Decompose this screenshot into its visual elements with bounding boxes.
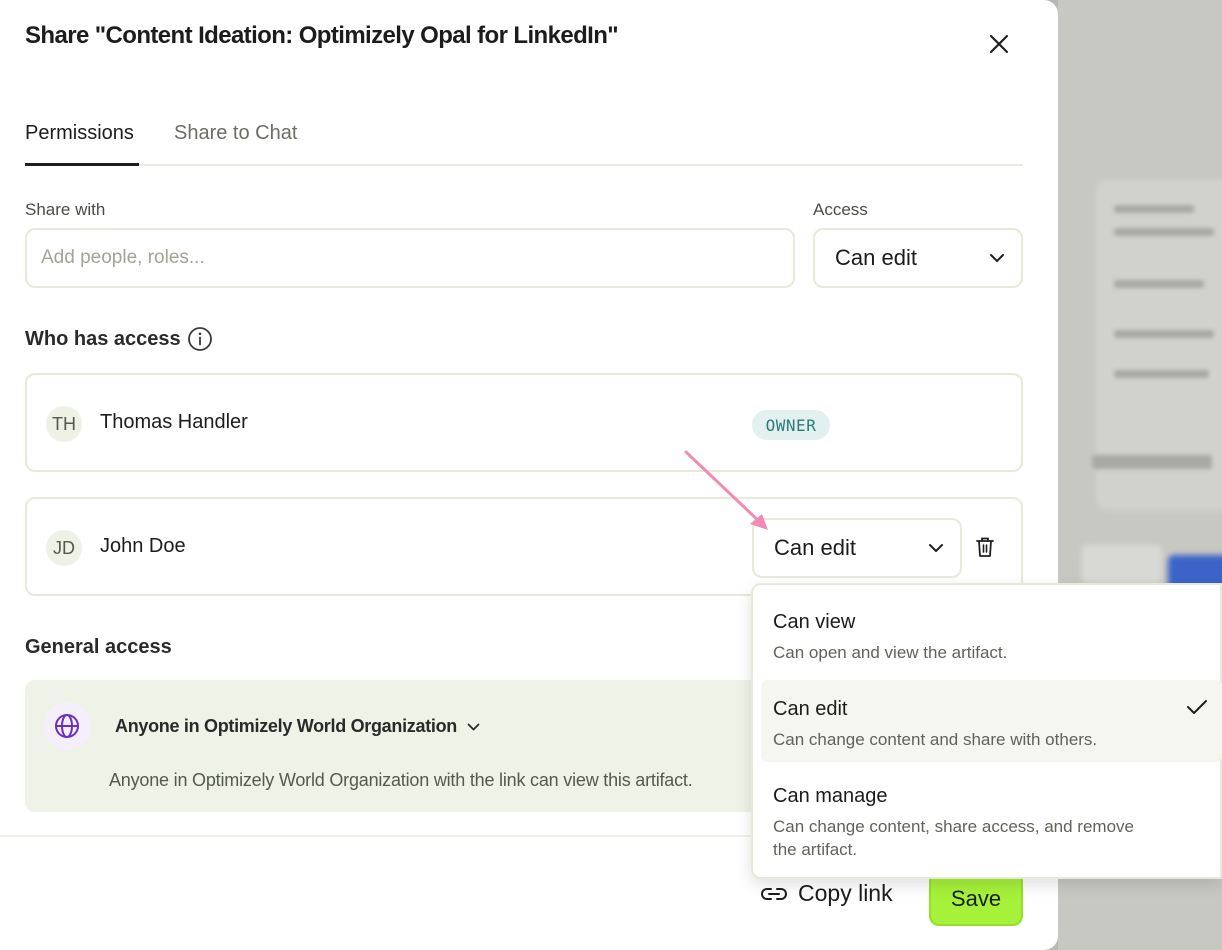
share-with-label: Share with (25, 200, 106, 219)
save-button[interactable]: Save (929, 872, 1023, 926)
general-access-scope-select[interactable]: Anyone in Optimizely World Organization (115, 716, 480, 737)
share-input-placeholder: Add people, roles... (41, 247, 205, 268)
avatar: TH (46, 406, 82, 442)
chevron-down-icon (467, 723, 480, 730)
menu-item-description: Can change content, share access, and re… (773, 817, 1134, 859)
permission-menu: Can view Can open and view the artifact.… (751, 583, 1222, 879)
chevron-down-icon (990, 254, 1004, 262)
info-icon[interactable] (187, 326, 213, 352)
share-with-input[interactable]: Add people, roles... (25, 228, 795, 288)
menu-item-description: Can change content and share with others… (773, 730, 1098, 749)
menu-item-can-view[interactable]: Can view Can open and view the artifact. (761, 593, 1222, 675)
copy-link-button[interactable]: Copy link (760, 880, 893, 907)
menu-item-can-manage[interactable]: Can manage Can change content, share acc… (761, 767, 1222, 867)
menu-item-can-edit[interactable]: Can edit Can change content and share wi… (761, 680, 1222, 762)
menu-item-label: Can view (773, 611, 856, 633)
active-tab-indicator (25, 163, 139, 166)
background-line (1114, 370, 1209, 378)
annotation-arrow-icon (684, 450, 768, 530)
menu-item-description: Can open and view the artifact. (773, 643, 1008, 662)
access-select[interactable]: Can edit (813, 228, 1023, 288)
general-access-title: General access (25, 636, 172, 658)
dialog-title: Share "Content Ideation: Optimizely Opal… (25, 22, 619, 49)
access-label: Access (813, 200, 868, 219)
who-has-access-title: Who has access (25, 328, 181, 350)
background-line (1114, 330, 1214, 338)
background-button (1082, 545, 1162, 585)
tab-bar: Permissions Share to Chat (25, 108, 1023, 166)
trash-icon[interactable] (975, 536, 995, 558)
access-row-user: JD John Doe Can edit (25, 497, 1023, 596)
person-name: Thomas Handler (100, 411, 248, 433)
menu-item-label: Can edit (773, 698, 848, 720)
owner-badge: OWNER (752, 410, 830, 440)
link-icon (761, 887, 787, 900)
general-access-scope: Anyone in Optimizely World Organization (115, 716, 457, 736)
copy-link-label: Copy link (798, 880, 893, 906)
menu-item-label: Can manage (773, 785, 888, 807)
chevron-down-icon (929, 544, 943, 552)
check-icon (1187, 700, 1207, 714)
globe-icon (55, 714, 79, 738)
tab-share-to-chat[interactable]: Share to Chat (174, 122, 297, 145)
access-row-owner: TH Thomas Handler OWNER (25, 373, 1023, 472)
permission-select-value: Can edit (774, 535, 856, 560)
tab-permissions[interactable]: Permissions (25, 122, 134, 145)
background-line (1092, 455, 1212, 469)
close-button[interactable] (982, 27, 1016, 61)
close-icon (989, 34, 1009, 54)
permission-select[interactable]: Can edit (752, 518, 962, 578)
background-line (1114, 228, 1214, 236)
access-select-value: Can edit (835, 245, 917, 270)
background-line (1114, 205, 1194, 213)
person-name: John Doe (100, 535, 186, 557)
avatar: JD (46, 530, 82, 566)
background-line (1114, 280, 1204, 288)
general-access-description: Anyone in Optimizely World Organization … (109, 770, 693, 790)
globe-icon-wrap (43, 702, 91, 750)
